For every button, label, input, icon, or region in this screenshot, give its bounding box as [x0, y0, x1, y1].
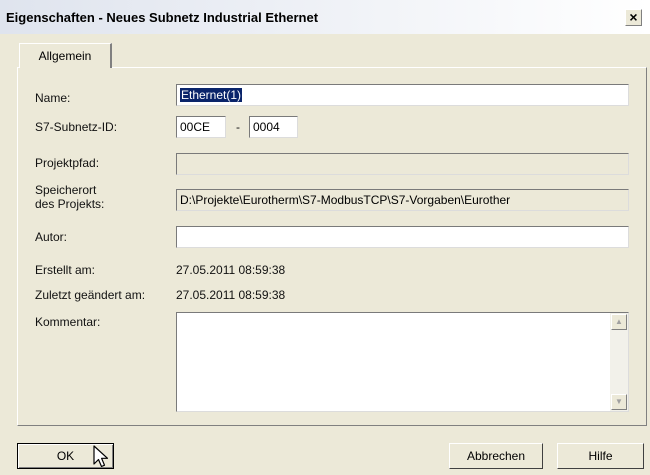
help-button[interactable]: Hilfe	[557, 443, 644, 469]
subnet-id-label: S7-Subnetz-ID:	[35, 120, 118, 134]
comment-label: Kommentar:	[35, 315, 101, 329]
name-value: Ethernet(1)	[180, 88, 243, 102]
comment-scrollbar[interactable]: ▲ ▼	[610, 313, 628, 411]
project-path-field	[176, 153, 629, 175]
scroll-down-icon[interactable]: ▼	[611, 394, 627, 410]
name-input[interactable]: Ethernet(1)	[176, 84, 629, 106]
project-path-label: Projektpfad:	[35, 156, 100, 170]
modified-label: Zuletzt geändert am:	[35, 288, 146, 302]
name-label: Name:	[35, 91, 71, 105]
author-label: Autor:	[35, 230, 68, 244]
storage-label-line1: Speicherort	[35, 183, 97, 197]
comment-value	[177, 313, 628, 317]
storage-label-line2: des Projekts:	[35, 197, 105, 211]
mouse-cursor-icon	[93, 445, 109, 468]
scroll-up-icon[interactable]: ▲	[611, 314, 627, 330]
created-label: Erstellt am:	[35, 263, 96, 277]
properties-dialog: Eigenschaften - Neues Subnetz Industrial…	[0, 0, 650, 475]
title-bar[interactable]: Eigenschaften - Neues Subnetz Industrial…	[0, 0, 650, 34]
subnet-id-separator: -	[236, 120, 240, 134]
window-title: Eigenschaften - Neues Subnetz Industrial…	[6, 10, 319, 25]
author-input[interactable]	[176, 226, 629, 248]
cancel-button[interactable]: Abbrechen	[449, 443, 543, 469]
tab-allgemein[interactable]: Allgemein	[19, 43, 112, 68]
close-icon[interactable]: ×	[625, 9, 642, 26]
created-value: 27.05.2011 08:59:38	[176, 263, 286, 277]
comment-textarea[interactable]: ▲ ▼	[176, 312, 629, 412]
subnet-id-part2-input[interactable]: 0004	[249, 116, 298, 138]
storage-path-field: D:\Projekte\Eurotherm\S7-ModbusTCP\S7-Vo…	[176, 189, 629, 211]
modified-value: 27.05.2011 08:59:38	[176, 288, 286, 302]
subnet-id-part1-input[interactable]: 00CE	[176, 116, 226, 138]
